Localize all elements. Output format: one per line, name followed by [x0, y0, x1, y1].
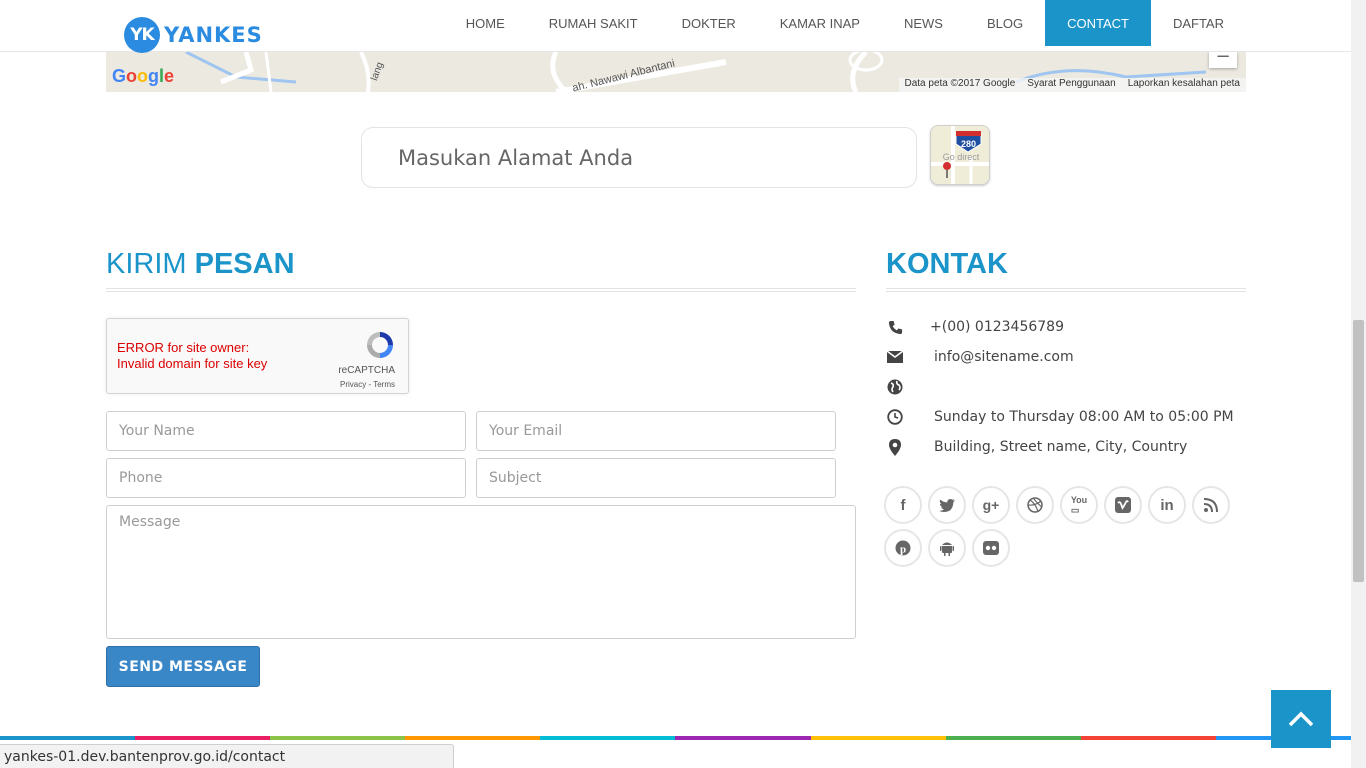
nav-blog[interactable]: BLOG [965, 0, 1045, 46]
footer-color-stripe [0, 736, 1351, 740]
stripe-segment [270, 736, 406, 740]
facebook-icon[interactable]: f [884, 486, 922, 524]
svg-text:280: 280 [961, 139, 976, 149]
recaptcha-error-line: ERROR for site owner: [117, 340, 250, 355]
stripe-segment [1080, 736, 1216, 740]
logo-badge: YK [124, 17, 160, 53]
directions-map-button[interactable]: 280 Go direct [930, 125, 990, 185]
stripe-segment [135, 736, 271, 740]
recaptcha-widget[interactable]: ERROR for site owner: Invalid domain for… [106, 318, 409, 394]
map-credits: Data peta ©2017 Google Syarat Penggunaan… [898, 78, 1246, 92]
stripe-segment [675, 736, 811, 740]
globe-icon [886, 378, 904, 396]
contact-hours: Sunday to Thursday 08:00 AM to 05:00 PM [886, 406, 1234, 428]
dribbble-icon[interactable] [1016, 486, 1054, 524]
chevron-up-icon [1288, 711, 1314, 727]
contact-address-text: Building, Street name, City, Country [934, 439, 1188, 455]
address-search-box [361, 127, 917, 188]
main-nav: HOME RUMAH SAKIT DOKTER KAMAR INAP NEWS … [444, 0, 1351, 46]
recaptcha-brand: reCAPTCHA [338, 365, 395, 376]
name-input[interactable] [106, 411, 466, 451]
twitter-icon[interactable] [928, 486, 966, 524]
svg-text:Go direct: Go direct [943, 152, 980, 162]
clock-icon [886, 408, 904, 426]
contact-phone-text: +(00) 0123456789 [930, 319, 1064, 335]
nav-kamar-inap[interactable]: KAMAR INAP [758, 0, 882, 46]
google-plus-icon[interactable]: g+ [972, 486, 1010, 524]
scroll-to-top-button[interactable] [1271, 690, 1331, 748]
site-logo[interactable]: YK YANKES [124, 17, 263, 53]
pinterest-icon[interactable]: p [884, 529, 922, 567]
site-header: YK YANKES HOME RUMAH SAKIT DOKTER KAMAR … [0, 0, 1351, 53]
google-map[interactable]: lang ah. Nawawi Albantani Google − Data … [106, 52, 1246, 92]
rss-icon[interactable] [1192, 486, 1230, 524]
linkedin-icon[interactable]: in [1148, 486, 1186, 524]
directions-map-icon: 280 Go direct [931, 126, 989, 184]
form-title-divider [106, 288, 856, 292]
phone-icon [886, 318, 904, 336]
recaptcha-icon [367, 332, 393, 358]
nav-daftar[interactable]: DAFTAR [1151, 0, 1351, 46]
flickr-icon[interactable] [972, 529, 1010, 567]
map-terms-link[interactable]: Syarat Penggunaan [1021, 78, 1121, 92]
stripe-segment [945, 736, 1081, 740]
nav-rumah-sakit[interactable]: RUMAH SAKIT [527, 0, 660, 46]
contact-address: Building, Street name, City, Country [886, 436, 1187, 458]
contact-email: info@sitename.com [886, 346, 1074, 368]
subject-input[interactable] [476, 458, 836, 498]
contact-website [886, 376, 934, 398]
google-logo: Google [112, 66, 175, 86]
stripe-segment [810, 736, 946, 740]
recaptcha-error: ERROR for site owner: Invalid domain for… [117, 340, 267, 372]
stripe-segment [540, 736, 676, 740]
contact-hours-text: Sunday to Thursday 08:00 AM to 05:00 PM [934, 409, 1234, 425]
map-report-link[interactable]: Laporkan kesalahan peta [1122, 78, 1246, 92]
status-bar-url: yankes-01.dev.bantenprov.go.id/contact [0, 744, 454, 768]
map-data-credit: Data peta ©2017 Google [904, 78, 1016, 89]
nav-contact[interactable]: CONTACT [1045, 0, 1151, 46]
svg-text:p: p [900, 544, 906, 556]
contact-title-divider [886, 288, 1246, 292]
map-zoom-out-button[interactable]: − [1209, 52, 1237, 68]
youtube-icon[interactable]: You ▭ [1060, 486, 1098, 524]
phone-input[interactable] [106, 458, 466, 498]
address-input[interactable] [396, 144, 916, 171]
stripe-segment [0, 736, 136, 740]
message-textarea[interactable] [106, 505, 856, 639]
form-title-bold: PESAN [194, 248, 295, 280]
nav-dokter[interactable]: DOKTER [660, 0, 758, 46]
android-icon[interactable] [928, 529, 966, 567]
stripe-segment [405, 736, 541, 740]
envelope-icon [886, 348, 904, 366]
form-title-light: KIRIM [106, 248, 195, 280]
nav-home[interactable]: HOME [444, 0, 527, 46]
vimeo-icon[interactable] [1104, 486, 1142, 524]
map-marker-icon [886, 438, 904, 456]
nav-news[interactable]: NEWS [882, 0, 965, 46]
scrollbar-thumb[interactable] [1353, 320, 1364, 582]
contact-section-title: KONTAK [886, 248, 1008, 280]
email-input[interactable] [476, 411, 836, 451]
logo-text: YANKES [164, 23, 263, 47]
send-message-button[interactable]: SEND MESSAGE [106, 646, 260, 687]
contact-phone: +(00) 0123456789 [886, 316, 1064, 338]
recaptcha-error-line: Invalid domain for site key [117, 356, 268, 371]
recaptcha-privacy-terms[interactable]: Privacy - Terms [340, 380, 395, 389]
page-scrollbar[interactable] [1351, 0, 1366, 768]
form-section-title: KIRIM PESAN [106, 248, 295, 281]
contact-email-text[interactable]: info@sitename.com [934, 349, 1074, 365]
